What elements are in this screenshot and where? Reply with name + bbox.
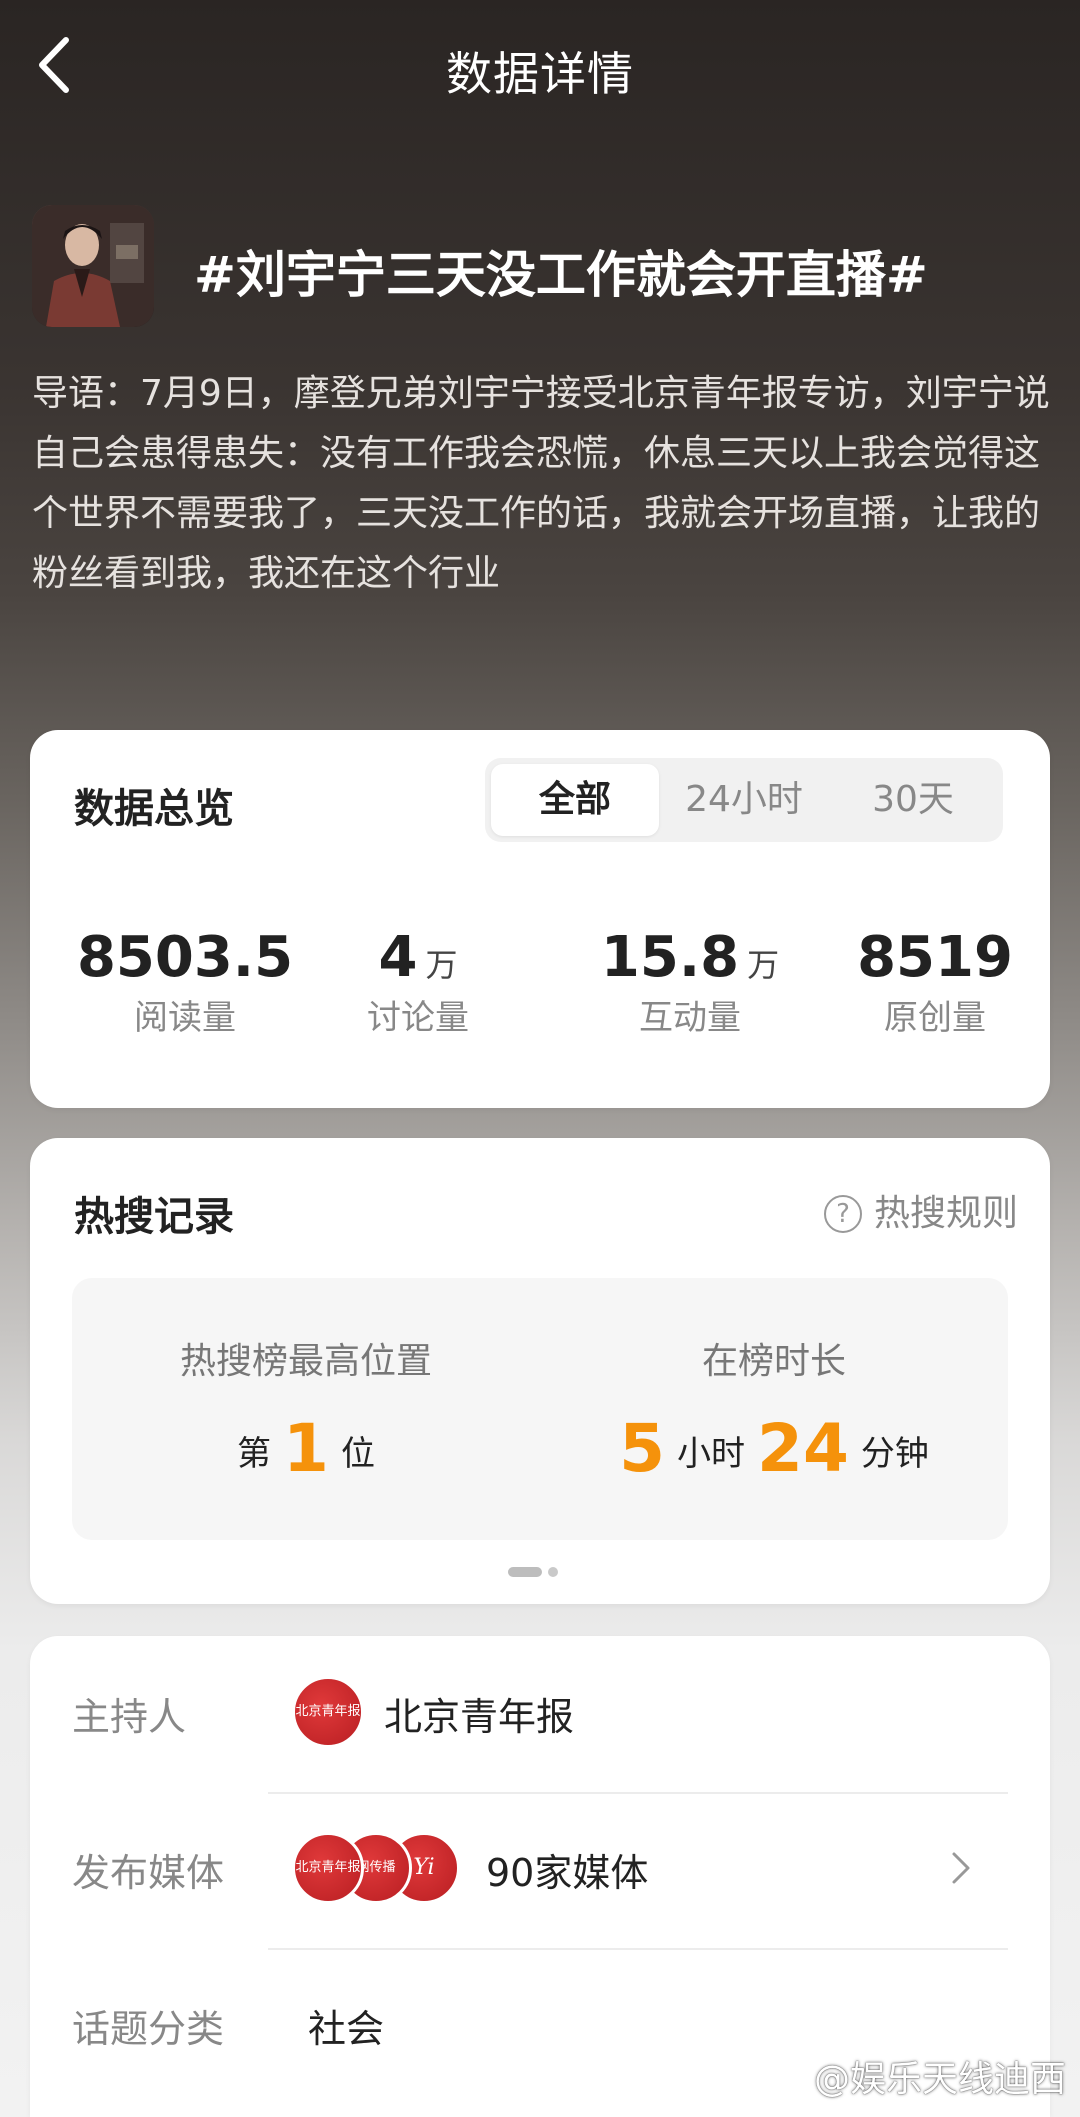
- logo-text: 北京青年报: [295, 1704, 361, 1719]
- page-indicator: [508, 1562, 564, 1581]
- logo-text: 北京青年报: [295, 1860, 361, 1875]
- category-label: 话题分类: [72, 2007, 225, 2051]
- person-photo-icon: [32, 205, 154, 327]
- tab-24h[interactable]: 24小时: [659, 764, 829, 836]
- topic-avatar[interactable]: [32, 205, 154, 327]
- discussions-value: 4: [378, 925, 418, 990]
- page-dot: [548, 1567, 558, 1577]
- stat-interactions: 15.8 万 互动量: [590, 925, 790, 1039]
- tab-all[interactable]: 全部: [491, 764, 659, 836]
- stat-label: 互动量: [639, 998, 741, 1038]
- topic-header: #刘宇宁三天没工作就会开直播#: [32, 205, 1048, 327]
- discussions-unit: 万: [425, 946, 458, 984]
- topic-info-card: 主持人 北京青年报 北京青年报 发布媒体 北京青年报 网传播 Yi 90家媒体 …: [30, 1636, 1050, 2117]
- duration-label: 在榜时长: [701, 1341, 846, 1382]
- media-label: 发布媒体: [72, 1851, 225, 1895]
- on-list-duration: 在榜时长 5 小时 24 分钟: [540, 1332, 1008, 1487]
- category-value: 社会: [308, 2007, 385, 2051]
- minutes-unit: 分钟: [860, 1434, 929, 1474]
- stat-value: 8503.5: [70, 925, 300, 990]
- weibo-watermark: @娱乐天线迪西: [768, 2050, 1066, 2102]
- hot-search-card: 热搜记录 ? 热搜规则 热搜榜最高位置 第1位 在榜时长 5 小时 24 分钟: [30, 1138, 1050, 1604]
- reads-value: 8503.5: [76, 925, 294, 990]
- media-logo-1: 北京青年报: [292, 1832, 364, 1904]
- media-count: 90家媒体: [486, 1851, 649, 1895]
- host-name: 北京青年报: [384, 1695, 575, 1739]
- tab-30d[interactable]: 30天: [829, 764, 997, 836]
- duration-hours: 5: [619, 1410, 666, 1487]
- host-label: 主持人: [72, 1695, 187, 1739]
- rules-label: 热搜规则: [873, 1193, 1018, 1234]
- question-icon: ?: [823, 1195, 862, 1233]
- weibo-icon: [768, 2067, 807, 2097]
- duration-minutes: 24: [757, 1410, 849, 1487]
- stat-label: 原创量: [884, 998, 986, 1038]
- host-row[interactable]: 主持人 北京青年报 北京青年报: [72, 1636, 1008, 1792]
- topic-intro: 导语：7月9日，摩登兄弟刘宇宁接受北京青年报专访，刘宇宁说自己会患得患失：没有工…: [32, 373, 1050, 594]
- hot-search-summary: 热搜榜最高位置 第1位 在榜时长 5 小时 24 分钟: [72, 1278, 1008, 1540]
- originals-value: 8519: [857, 925, 1013, 990]
- overview-title: 数据总览: [74, 786, 234, 832]
- best-rank-value: 1: [283, 1410, 329, 1487]
- duration-value-row: 5 小时 24 分钟: [540, 1410, 1008, 1487]
- stat-label: 讨论量: [367, 998, 469, 1038]
- stat-reads: 8503.5 阅读量: [70, 925, 300, 1039]
- overview-card: 数据总览 全部 24小时 30天 8503.5 阅读量 4万 讨论量 15.8 万…: [30, 730, 1050, 1108]
- media-row[interactable]: 发布媒体 北京青年报 网传播 Yi 90家媒体: [72, 1792, 1008, 1948]
- interactions-value: 15.8: [600, 925, 740, 990]
- hot-search-title: 热搜记录: [74, 1194, 234, 1240]
- stat-originals: 8519 原创量: [850, 925, 1020, 1039]
- chevron-right-icon[interactable]: [950, 1848, 972, 1888]
- watermark-text: @娱乐天线迪西: [813, 2059, 1066, 2100]
- best-rank-label: 热搜榜最高位置: [179, 1341, 432, 1382]
- best-rank-suffix: 位: [340, 1434, 375, 1474]
- stat-label: 阅读量: [134, 998, 236, 1038]
- page-dot-active: [508, 1567, 542, 1577]
- best-rank-value-row: 第1位: [72, 1410, 540, 1487]
- time-range-tabs: 全部 24小时 30天: [485, 758, 1003, 842]
- hot-search-rules-link[interactable]: ? 热搜规则: [823, 1184, 1018, 1236]
- logo-text: Yi: [413, 1855, 435, 1880]
- stat-discussions: 4万 讨论量: [328, 925, 508, 1039]
- interactions-unit: 万: [747, 946, 780, 984]
- best-rank: 热搜榜最高位置 第1位: [72, 1332, 540, 1487]
- best-rank-prefix: 第: [237, 1434, 272, 1474]
- host-logo: 北京青年报: [292, 1676, 364, 1748]
- page-title: 数据详情: [446, 47, 634, 101]
- top-bar: 数据详情: [0, 0, 1080, 135]
- hours-unit: 小时: [677, 1434, 746, 1474]
- topic-title: #刘宇宁三天没工作就会开直播#: [194, 246, 928, 304]
